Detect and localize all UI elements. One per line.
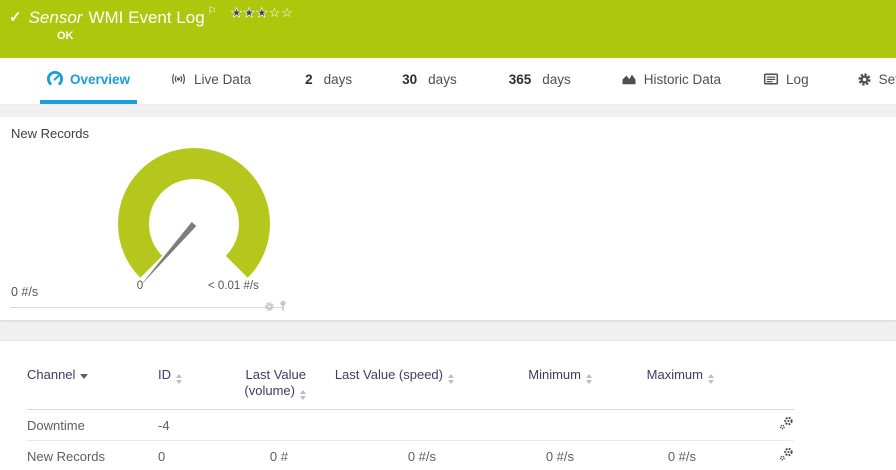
cell-id: 0 bbox=[158, 448, 166, 464]
cell-channel: Downtime bbox=[27, 417, 85, 433]
cell-channel: New Records bbox=[27, 448, 106, 464]
channel-table-panel: Channel ID Last Value (volume) Last Valu… bbox=[0, 340, 896, 470]
gauge-panel-title: New Records bbox=[11, 126, 90, 141]
column-header-last-value-volume-label: Last Value (volume) bbox=[244, 367, 306, 398]
column-header-id[interactable]: ID bbox=[158, 367, 218, 410]
gauge-scale-max: < 0.01 #/s bbox=[208, 280, 259, 292]
cell-id: -4 bbox=[158, 417, 170, 433]
tab-365-days-number: 365 bbox=[508, 71, 532, 87]
tab-overview-label: Overview bbox=[70, 71, 131, 87]
tab-365-days-unit: days bbox=[542, 71, 571, 87]
tab-historic-data-label: Historic Data bbox=[643, 71, 722, 87]
gauge-chart bbox=[118, 147, 270, 287]
gauge-baseline bbox=[10, 307, 282, 308]
table-header-row: Channel ID Last Value (volume) Last Valu… bbox=[27, 367, 794, 410]
column-header-last-value-speed[interactable]: Last Value (speed) bbox=[306, 367, 454, 410]
cell-last-value-speed: 0 #/s bbox=[407, 448, 436, 464]
column-header-actions bbox=[714, 367, 794, 410]
flag-icon[interactable]: ⚐ bbox=[208, 1, 217, 23]
tab-2-days-unit: days bbox=[323, 71, 353, 87]
sort-both-icon bbox=[300, 390, 306, 400]
tab-settings[interactable]: Settings bbox=[850, 58, 896, 104]
tab-30-days-number: 30 bbox=[402, 71, 418, 87]
gears-edit-icon[interactable] bbox=[779, 416, 794, 434]
cell-minimum: 0 #/s bbox=[545, 448, 574, 464]
tab-live-data[interactable]: Live Data bbox=[163, 58, 258, 104]
cell-last-value-volume: 0 # bbox=[269, 448, 288, 464]
sort-both-icon bbox=[708, 374, 714, 384]
pin-icon[interactable] bbox=[278, 299, 288, 317]
object-kind-label: Sensor bbox=[28, 8, 83, 27]
priority-stars-empty[interactable]: ☆☆ bbox=[269, 5, 294, 20]
channel-table: Channel ID Last Value (volume) Last Valu… bbox=[27, 367, 794, 470]
status-badge: OK bbox=[57, 30, 74, 42]
column-header-maximum-label: Maximum bbox=[646, 367, 703, 382]
gauge-icon bbox=[47, 71, 63, 87]
column-header-channel-label: Channel bbox=[27, 367, 76, 382]
tab-live-data-label: Live Data bbox=[194, 71, 252, 87]
gauge-scale-min: 0 bbox=[136, 280, 144, 292]
cell-last-value-speed bbox=[306, 410, 454, 441]
cell-last-value-volume bbox=[218, 410, 306, 441]
tab-30-days[interactable]: 30 days bbox=[395, 58, 464, 104]
tab-365-days[interactable]: 365 days bbox=[502, 58, 578, 104]
tab-2-days-number: 2 bbox=[305, 71, 313, 87]
sort-desc-icon bbox=[80, 374, 89, 379]
live-broadcast-icon bbox=[170, 71, 187, 87]
gears-edit-icon[interactable] bbox=[779, 447, 794, 465]
column-header-minimum-label: Minimum bbox=[528, 367, 581, 382]
tab-30-days-unit: days bbox=[428, 71, 457, 87]
column-header-maximum[interactable]: Maximum bbox=[592, 367, 714, 410]
area-chart-icon bbox=[621, 71, 637, 87]
table-row-new-records: New Records 0 0 # 0 #/s 0 #/s 0 #/s bbox=[27, 441, 794, 470]
tab-historic-data[interactable]: Historic Data bbox=[614, 58, 728, 104]
channel-gauge-panel: New Records 0 < 0.01 #/s 0 #/s bbox=[0, 117, 896, 321]
cell-maximum: 0 #/s bbox=[667, 448, 696, 464]
column-header-id-label: ID bbox=[158, 367, 171, 382]
priority-stars-filled[interactable]: ★★★ bbox=[230, 5, 269, 21]
sort-both-icon bbox=[448, 374, 454, 384]
gauge-arc bbox=[118, 147, 270, 278]
sort-both-icon bbox=[176, 374, 182, 384]
cell-maximum bbox=[592, 410, 714, 441]
gear-icon bbox=[857, 72, 872, 87]
tab-settings-label: Settings bbox=[878, 71, 896, 87]
sensor-title: WMI Event Log bbox=[88, 8, 205, 27]
gauge-axis-label: 0 #/s bbox=[11, 285, 39, 299]
prtg-sensor-page: ✓ Sensor WMI Event Log ⚐ ★★★☆☆ OK Overvi… bbox=[0, 0, 896, 470]
sensor-tab-bar: Overview Live Data 2 days 30 days 365 da… bbox=[0, 58, 896, 105]
sort-both-icon bbox=[586, 374, 592, 384]
sensor-status-banner: ✓ Sensor WMI Event Log ⚐ ★★★☆☆ OK bbox=[0, 0, 896, 58]
tab-overview[interactable]: Overview bbox=[40, 58, 138, 104]
status-check-icon: ✓ bbox=[9, 9, 22, 26]
table-row-downtime: Downtime -4 bbox=[27, 410, 794, 441]
tab-log-label: Log bbox=[786, 71, 809, 87]
column-header-last-value-speed-label: Last Value (speed) bbox=[334, 367, 443, 382]
tab-2-days[interactable]: 2 days bbox=[298, 58, 359, 104]
column-header-last-value-volume[interactable]: Last Value (volume) bbox=[218, 367, 306, 410]
cell-minimum bbox=[454, 410, 592, 441]
log-list-icon bbox=[763, 71, 779, 87]
priority-stars[interactable]: ★★★☆☆ bbox=[230, 2, 294, 24]
tab-log[interactable]: Log bbox=[756, 58, 816, 104]
column-header-channel[interactable]: Channel bbox=[27, 367, 158, 410]
column-header-minimum[interactable]: Minimum bbox=[454, 367, 592, 410]
gear-icon[interactable] bbox=[264, 299, 275, 317]
